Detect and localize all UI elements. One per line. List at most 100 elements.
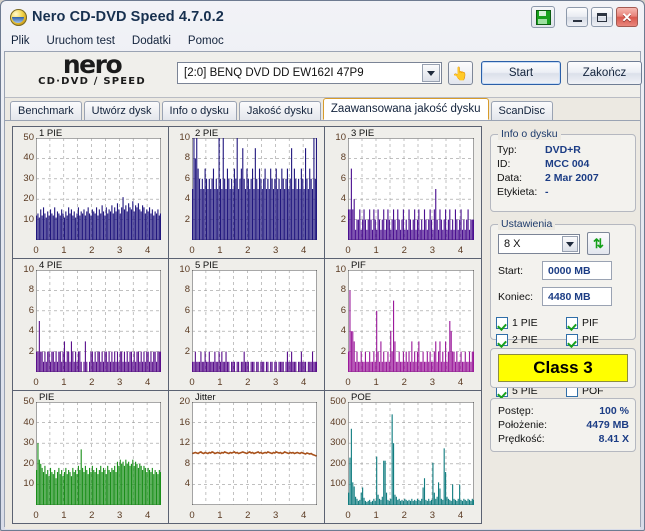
stop-button[interactable]: Zakończ [567, 61, 642, 85]
close-button[interactable]: ✕ [616, 7, 638, 27]
y-tick-label: 4 [184, 478, 190, 490]
end-field-label: Koniec: [498, 290, 534, 303]
chart-cell-3-pie: 3 PIE 2 4 6 8 10 0 1 2 3 4 [325, 127, 481, 259]
checkbox-label: PIE [582, 334, 599, 346]
start-field-row: Start: 0000 MB [498, 261, 612, 280]
plot-area [192, 402, 317, 505]
chart-cell-4-pie: 4 PIE 2 4 6 8 10 0 1 2 3 4 [13, 259, 169, 391]
chart-cell-poe: POE 100 200 300 400 500 0 1 2 3 4 [325, 391, 481, 523]
y-tick-label: 8 [184, 152, 190, 164]
x-tick-label: 2 [401, 510, 407, 521]
menu-bar: Plik Uruchom test Dodatki Pomoc [3, 31, 642, 50]
checkmark-icon [566, 317, 578, 329]
menu-item-plik[interactable]: Plik [11, 34, 38, 48]
x-tick-label: 1 [373, 245, 379, 256]
checkbox-pif[interactable]: PIF [566, 317, 632, 329]
brand-name: nero [62, 50, 123, 79]
checkbox-label: 2 PIE [512, 334, 538, 346]
tab-bar: Benchmark Utwórz dysk Info o dysku Jakoś… [5, 98, 640, 121]
tab-utworz-dysk[interactable]: Utwórz dysk [83, 101, 160, 120]
chart-cell-pif: PIF 2 4 6 8 10 0 1 2 3 4 [325, 259, 481, 391]
start-button[interactable]: Start [481, 61, 561, 85]
drive-select-value: [2:0] BENQ DVD DD EW162I 47P9 [184, 67, 364, 79]
y-tick-label: 30 [23, 437, 34, 449]
checkbox-1-pie[interactable]: 1 PIE [496, 317, 566, 329]
y-tick-label: 6 [340, 172, 346, 184]
close-icon: ✕ [621, 9, 633, 25]
status-value-predkosc: 8.41 X [598, 433, 629, 445]
save-button[interactable] [531, 6, 555, 28]
side-panel: Info o dysku Typ: DVD+R ID: MCC 004 Data… [490, 126, 636, 524]
maximize-button[interactable] [591, 7, 613, 27]
checkmark-icon [566, 334, 578, 346]
plot-area [36, 138, 161, 240]
menu-item-dodatki[interactable]: Dodatki [132, 34, 179, 48]
x-tick-label: 3 [117, 510, 123, 521]
plot-area [36, 402, 161, 505]
title-bar: Nero CD-DVD Speed 4.7.0.2 ✕ [3, 3, 642, 31]
x-tick-label: 1 [373, 377, 379, 388]
x-tick-label: 3 [273, 377, 279, 388]
menu-item-uruchom-test[interactable]: Uruchom test [47, 34, 123, 48]
disc-info-row-data: Data: 2 Mar 2007 [497, 172, 635, 184]
app-window: Nero CD-DVD Speed 4.7.0.2 ✕ Plik Uruchom… [0, 0, 645, 531]
status-badge: Class 3 [498, 354, 628, 382]
y-tick-label: 8 [28, 284, 34, 296]
disc-info-row-typ: Typ: DVD+R [497, 144, 635, 156]
chevron-down-icon[interactable] [562, 236, 578, 252]
x-tick-label: 1 [217, 377, 223, 388]
chart-cell-1-pie: 1 PIE 10 20 30 40 50 0 1 2 3 4 [13, 127, 169, 259]
speed-select[interactable]: 8 X [498, 234, 580, 254]
disc-info-row-etykieta: Etykieta: - [497, 186, 635, 198]
y-tick-label: 200 [330, 457, 346, 469]
tab-scandisc[interactable]: ScanDisc [490, 101, 553, 120]
y-tick-label: 4 [340, 325, 346, 337]
chevron-down-icon[interactable] [422, 64, 440, 82]
tab-jakosc-dysku[interactable]: Jakość dysku [238, 101, 321, 120]
x-tick-label: 4 [144, 510, 151, 521]
x-tick-label: 3 [273, 510, 279, 521]
end-field[interactable]: 4480 MB [542, 287, 612, 306]
x-tick-label: 3 [117, 245, 123, 256]
client-area: nero CD·DVD ∕ SPEED [2:0] BENQ DVD DD EW… [4, 50, 642, 529]
refresh-button[interactable]: ⇅ [587, 232, 610, 255]
y-tick-label: 500 [330, 396, 346, 407]
end-field-row: Koniec: 4480 MB [498, 287, 612, 306]
disc-info-key-data: Data: [497, 172, 523, 184]
menu-item-pomoc[interactable]: Pomoc [188, 34, 232, 48]
tab-zaawansowana-jakosc-dysku[interactable]: Zaawansowana jakość dysku [322, 98, 489, 120]
y-tick-label: 4 [184, 325, 190, 337]
x-tick-label: 3 [429, 510, 436, 521]
y-tick-label: 4 [340, 193, 346, 205]
y-tick-label: 20 [23, 193, 34, 205]
y-tick-label: 8 [184, 284, 190, 296]
disc-info-row-id: ID: MCC 004 [497, 158, 635, 170]
x-tick-label: 1 [61, 510, 67, 521]
checkbox-2-pie[interactable]: 2 PIE [496, 334, 566, 346]
status-row-polozenie: Położenie: 4479 MB [498, 419, 629, 431]
chart-cell-pie: PIE 10 20 30 40 50 0 1 2 3 4 [13, 391, 169, 523]
minimize-button[interactable] [566, 7, 588, 27]
checkbox-pie[interactable]: PIE [566, 334, 632, 346]
drive-select[interactable]: [2:0] BENQ DVD DD EW162I 47P9 [177, 62, 442, 84]
x-tick-label: 2 [401, 245, 407, 256]
save-icon [535, 9, 551, 25]
tab-info-o-dysku[interactable]: Info o dysku [161, 101, 237, 120]
x-tick-label: 0 [189, 245, 195, 256]
y-tick-label: 4 [184, 193, 190, 205]
tab-benchmark[interactable]: Benchmark [10, 101, 82, 120]
x-tick-label: 1 [217, 245, 223, 256]
y-tick-label: 2 [28, 345, 34, 357]
eject-button[interactable]: 👆 [448, 61, 473, 85]
plot-area [192, 138, 317, 240]
y-tick-label: 2 [340, 345, 346, 357]
minimize-icon [572, 19, 582, 22]
y-tick-label: 8 [184, 457, 190, 469]
plot-area [192, 270, 317, 372]
x-tick-label: 0 [189, 510, 195, 521]
y-tick-label: 10 [179, 132, 190, 143]
y-tick-label: 12 [179, 437, 190, 449]
start-field[interactable]: 0000 MB [542, 261, 612, 280]
x-tick-label: 2 [401, 377, 407, 388]
status-row-postep: Postęp: 100 % [498, 405, 629, 417]
